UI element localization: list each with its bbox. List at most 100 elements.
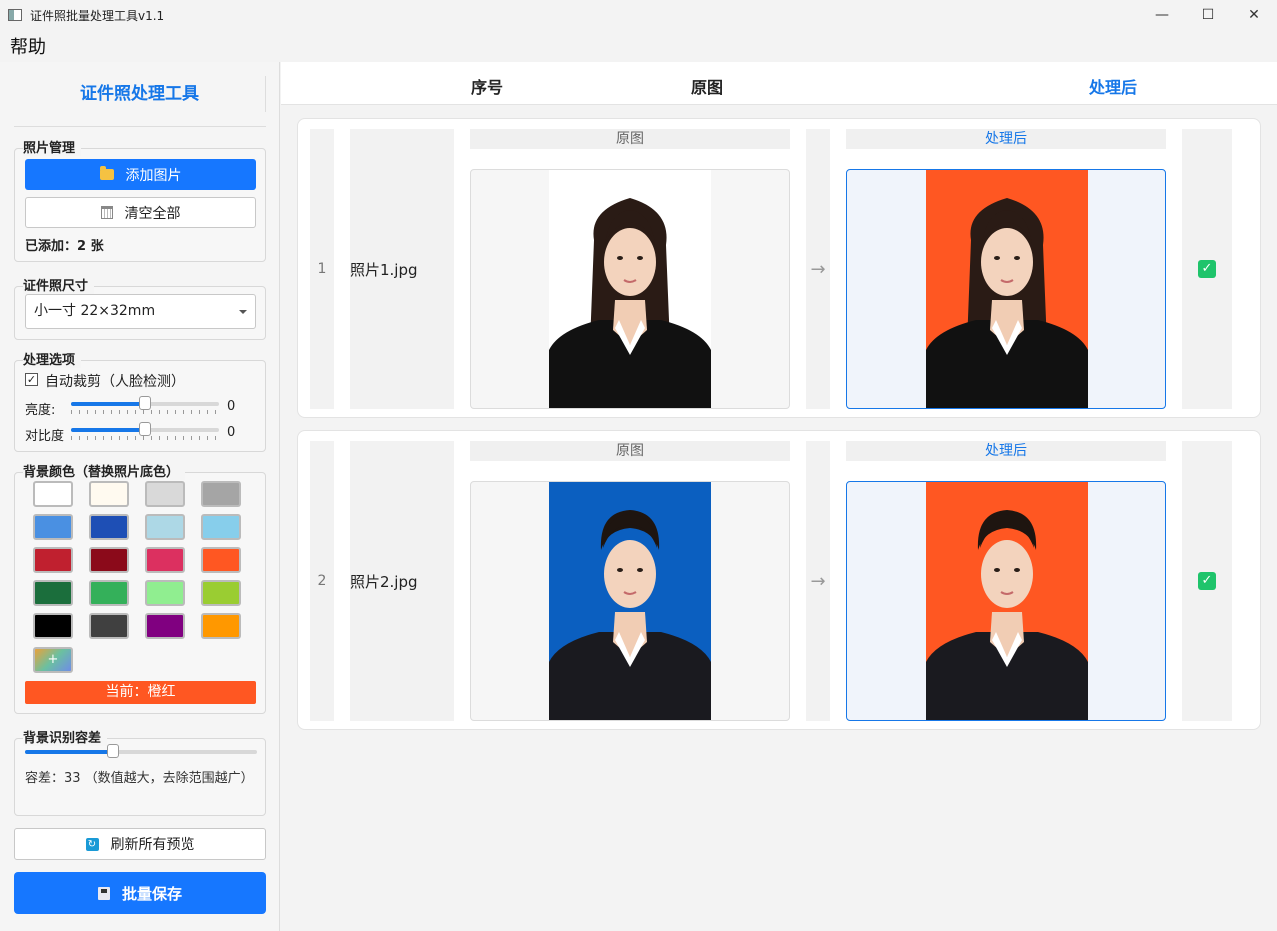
slider-fill: [71, 402, 145, 406]
original-preview[interactable]: [470, 169, 790, 409]
tolerance-slider[interactable]: [25, 743, 257, 761]
contrast-slider[interactable]: [71, 421, 219, 440]
original-label: 原图: [470, 441, 790, 461]
color-swatch[interactable]: [89, 514, 129, 540]
table-row: 2 照片2.jpg 原图 → 处理后 ✓: [297, 430, 1261, 730]
options-label: 处理选项: [23, 354, 82, 368]
processed-photo: [921, 170, 1093, 408]
color-swatch[interactable]: [145, 580, 185, 606]
color-swatch[interactable]: [201, 613, 241, 639]
photo-manage-label: 照片管理: [23, 142, 82, 156]
size-select[interactable]: 小一寸 22×32mm: [25, 294, 256, 329]
original-preview[interactable]: [470, 481, 790, 721]
color-swatch[interactable]: [33, 580, 73, 606]
clear-all-label: 清空全部: [124, 205, 181, 222]
row-filename: 照片1.jpg: [350, 129, 454, 409]
slider-fill: [25, 750, 114, 754]
color-swatch[interactable]: [145, 613, 185, 639]
window-controls: — ☐ ✕: [1139, 0, 1277, 30]
color-swatch[interactable]: [201, 580, 241, 606]
color-swatch[interactable]: [89, 580, 129, 606]
color-swatch[interactable]: [89, 481, 129, 507]
batch-save-button[interactable]: 批量保存: [14, 872, 266, 914]
color-swatch[interactable]: [201, 481, 241, 507]
slider-handle[interactable]: [107, 744, 120, 758]
header-original: 原图: [691, 78, 724, 97]
original-label: 原图: [470, 129, 790, 149]
refresh-label: 刷新所有预览: [110, 837, 195, 853]
header-processed: 处理后: [1089, 78, 1138, 97]
original-photo: [549, 170, 711, 408]
slider-ticks: [71, 436, 219, 440]
color-swatch[interactable]: [33, 481, 73, 507]
header-index: 序号: [471, 78, 504, 97]
row-index: 2: [310, 441, 334, 721]
add-image-label: 添加图片: [125, 167, 182, 184]
add-image-button[interactable]: 添加图片: [25, 159, 256, 190]
refresh-icon: ↻: [85, 837, 99, 851]
select-cell: ✓: [1182, 129, 1232, 409]
color-swatch[interactable]: [145, 547, 185, 573]
main-panel: 序号 原图 处理后 1 照片1.jpg 原图 → 处理后 ✓ 2 照片2.jpg…: [281, 62, 1277, 931]
chevron-down-icon: [239, 310, 247, 314]
app-icon: [8, 9, 22, 21]
arrow-icon: →: [806, 129, 830, 409]
row-select-checkbox[interactable]: ✓: [1198, 260, 1216, 278]
original-photo: [549, 482, 711, 720]
size-label: 证件照尺寸: [23, 280, 95, 294]
processed-preview[interactable]: [846, 169, 1166, 409]
processed-preview[interactable]: [846, 481, 1166, 721]
size-select-value: 小一寸 22×32mm: [34, 303, 156, 319]
color-swatch[interactable]: [33, 613, 73, 639]
color-swatch[interactable]: [89, 613, 129, 639]
tolerance-group: 背景识别容差 容差：33 （数值越大，去除范围越广）: [14, 732, 266, 816]
color-swatch[interactable]: [201, 514, 241, 540]
color-swatch[interactable]: [89, 547, 129, 573]
row-index: 1: [310, 129, 334, 409]
processed-label: 处理后: [846, 441, 1166, 461]
floppy-disk-icon: [97, 886, 110, 900]
brightness-value: 0: [227, 399, 236, 414]
menu-help[interactable]: 帮助: [10, 33, 46, 59]
color-swatch[interactable]: [145, 514, 185, 540]
clear-all-button[interactable]: 清空全部: [25, 197, 256, 228]
title-bar: 证件照批量处理工具v1.1 — ☐ ✕: [0, 0, 1277, 30]
photo-manage-group: 照片管理 添加图片 清空全部 已添加：2 张: [14, 142, 266, 262]
contrast-value: 0: [227, 425, 236, 440]
tolerance-text: 容差：33 （数值越大，去除范围越广）: [25, 771, 254, 786]
auto-crop-label: 自动裁剪（人脸检测）: [45, 374, 185, 390]
slider-handle[interactable]: [139, 422, 151, 436]
slider-handle[interactable]: [139, 396, 151, 410]
current-color-indicator: 当前：橙红: [25, 681, 256, 704]
brightness-slider[interactable]: [71, 395, 219, 414]
color-swatch[interactable]: [33, 514, 73, 540]
contrast-label: 对比度: [25, 429, 65, 444]
close-button[interactable]: ✕: [1231, 0, 1277, 30]
sidebar-divider: [14, 126, 266, 127]
auto-crop-checkbox[interactable]: ✓: [25, 373, 38, 386]
slider-ticks: [71, 410, 219, 414]
table-header: 序号 原图 处理后: [281, 62, 1277, 105]
slider-fill: [71, 428, 145, 432]
color-swatch[interactable]: [145, 481, 185, 507]
minimize-button[interactable]: —: [1139, 0, 1185, 30]
trash-icon: [100, 206, 113, 219]
processed-label: 处理后: [846, 129, 1166, 149]
processed-photo: [921, 482, 1093, 720]
batch-save-label: 批量保存: [121, 884, 182, 903]
sidebar: 证件照处理工具 照片管理 添加图片 清空全部 已添加：2 张 证件照尺寸 小一寸…: [0, 62, 280, 931]
color-swatch[interactable]: [33, 547, 73, 573]
brightness-label: 亮度:: [25, 403, 56, 418]
row-select-checkbox[interactable]: ✓: [1198, 572, 1216, 590]
refresh-previews-button[interactable]: ↻ 刷新所有预览: [14, 828, 266, 860]
color-swatch[interactable]: [201, 547, 241, 573]
sidebar-title: 证件照处理工具: [14, 76, 266, 112]
options-group: 处理选项 ✓ 自动裁剪（人脸检测） 亮度: 0 对比度 0: [14, 354, 266, 452]
arrow-icon: →: [806, 441, 830, 721]
maximize-button[interactable]: ☐: [1185, 0, 1231, 30]
size-group: 证件照尺寸 小一寸 22×32mm: [14, 280, 266, 340]
custom-color-button[interactable]: +: [33, 647, 73, 673]
photo-count: 已添加：2 张: [25, 239, 104, 254]
background-color-group: 背景颜色（替换照片底色） + 当前：橙红: [14, 466, 266, 714]
menu-bar: 帮助: [0, 30, 1277, 62]
